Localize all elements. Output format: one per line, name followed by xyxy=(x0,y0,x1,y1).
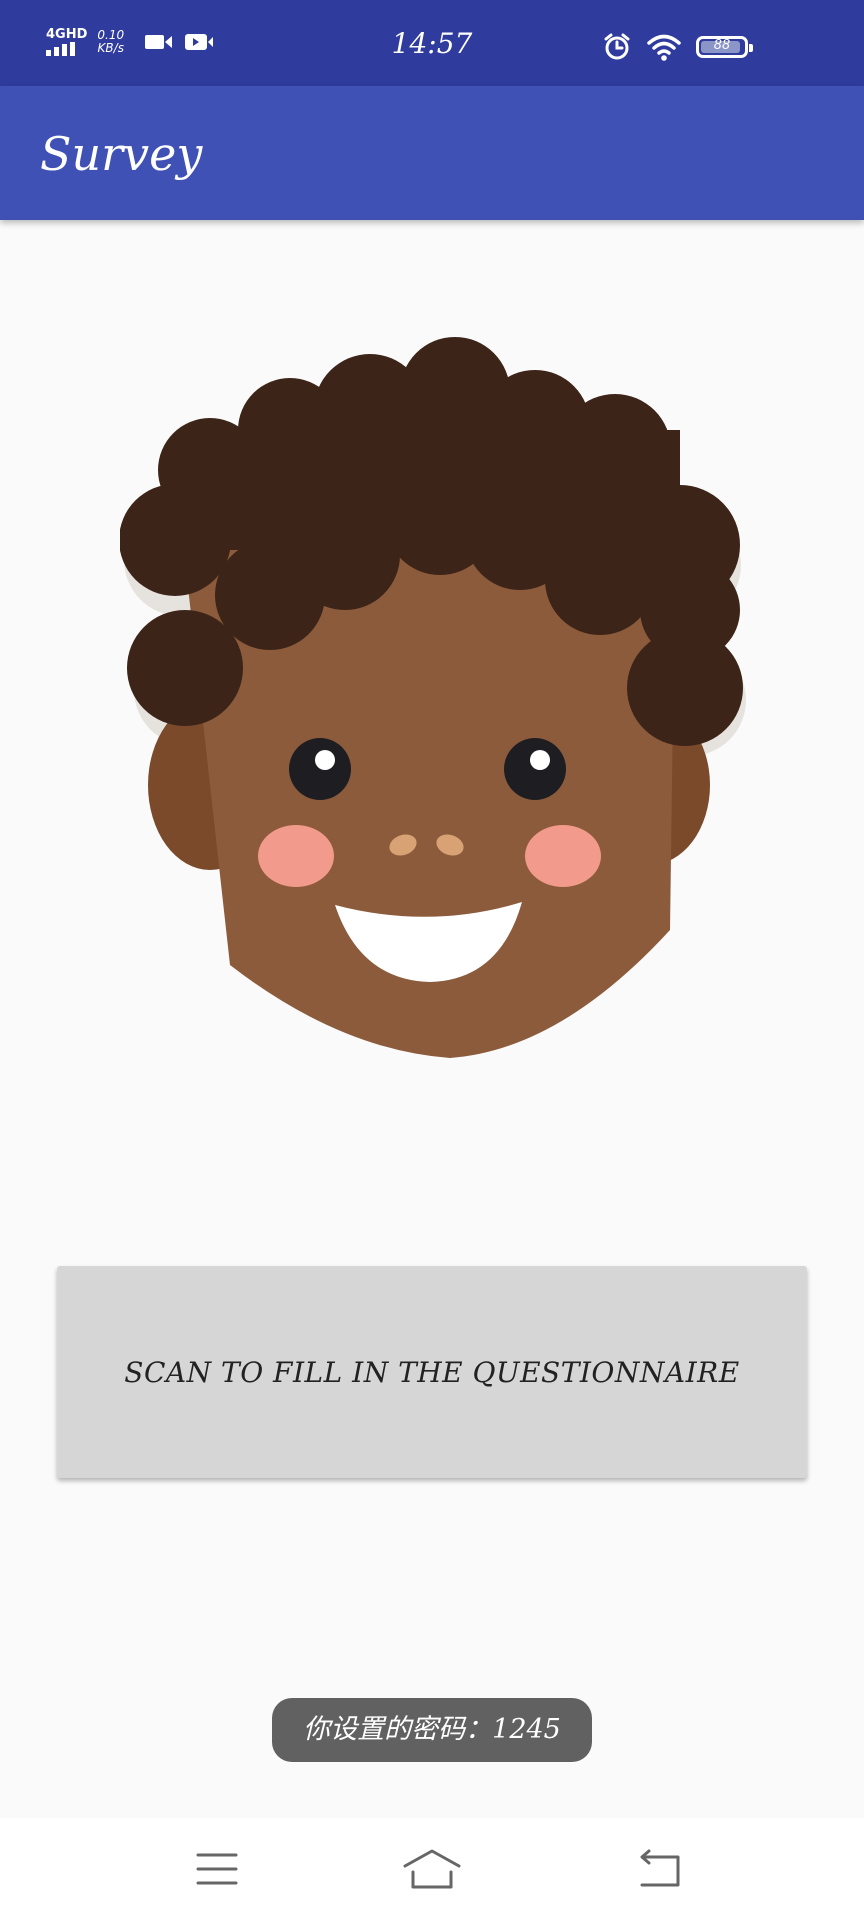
battery-icon: 88 xyxy=(696,36,753,58)
app-bar: Survey xyxy=(0,86,864,220)
system-nav-bar xyxy=(0,1818,864,1920)
scan-questionnaire-button[interactable]: SCAN TO FILL IN THE QUESTIONNAIRE xyxy=(57,1266,807,1478)
wifi-icon xyxy=(647,34,681,61)
password-toast: 你设置的密码：1245 xyxy=(272,1698,592,1762)
home-icon xyxy=(403,1849,461,1889)
avatar xyxy=(120,337,746,1058)
page-title: Survey xyxy=(40,127,203,181)
back-icon xyxy=(640,1849,680,1887)
home-button[interactable] xyxy=(372,1818,492,1920)
alarm-icon xyxy=(604,33,630,60)
status-right-group: 88 xyxy=(602,32,753,62)
menu-icon xyxy=(196,1853,238,1885)
battery-level: 88 xyxy=(713,38,731,53)
status-bar: 4GHD 0.10 KB/s 14:57 88 xyxy=(0,0,864,86)
menu-button[interactable] xyxy=(157,1818,277,1920)
back-button[interactable] xyxy=(598,1818,718,1920)
